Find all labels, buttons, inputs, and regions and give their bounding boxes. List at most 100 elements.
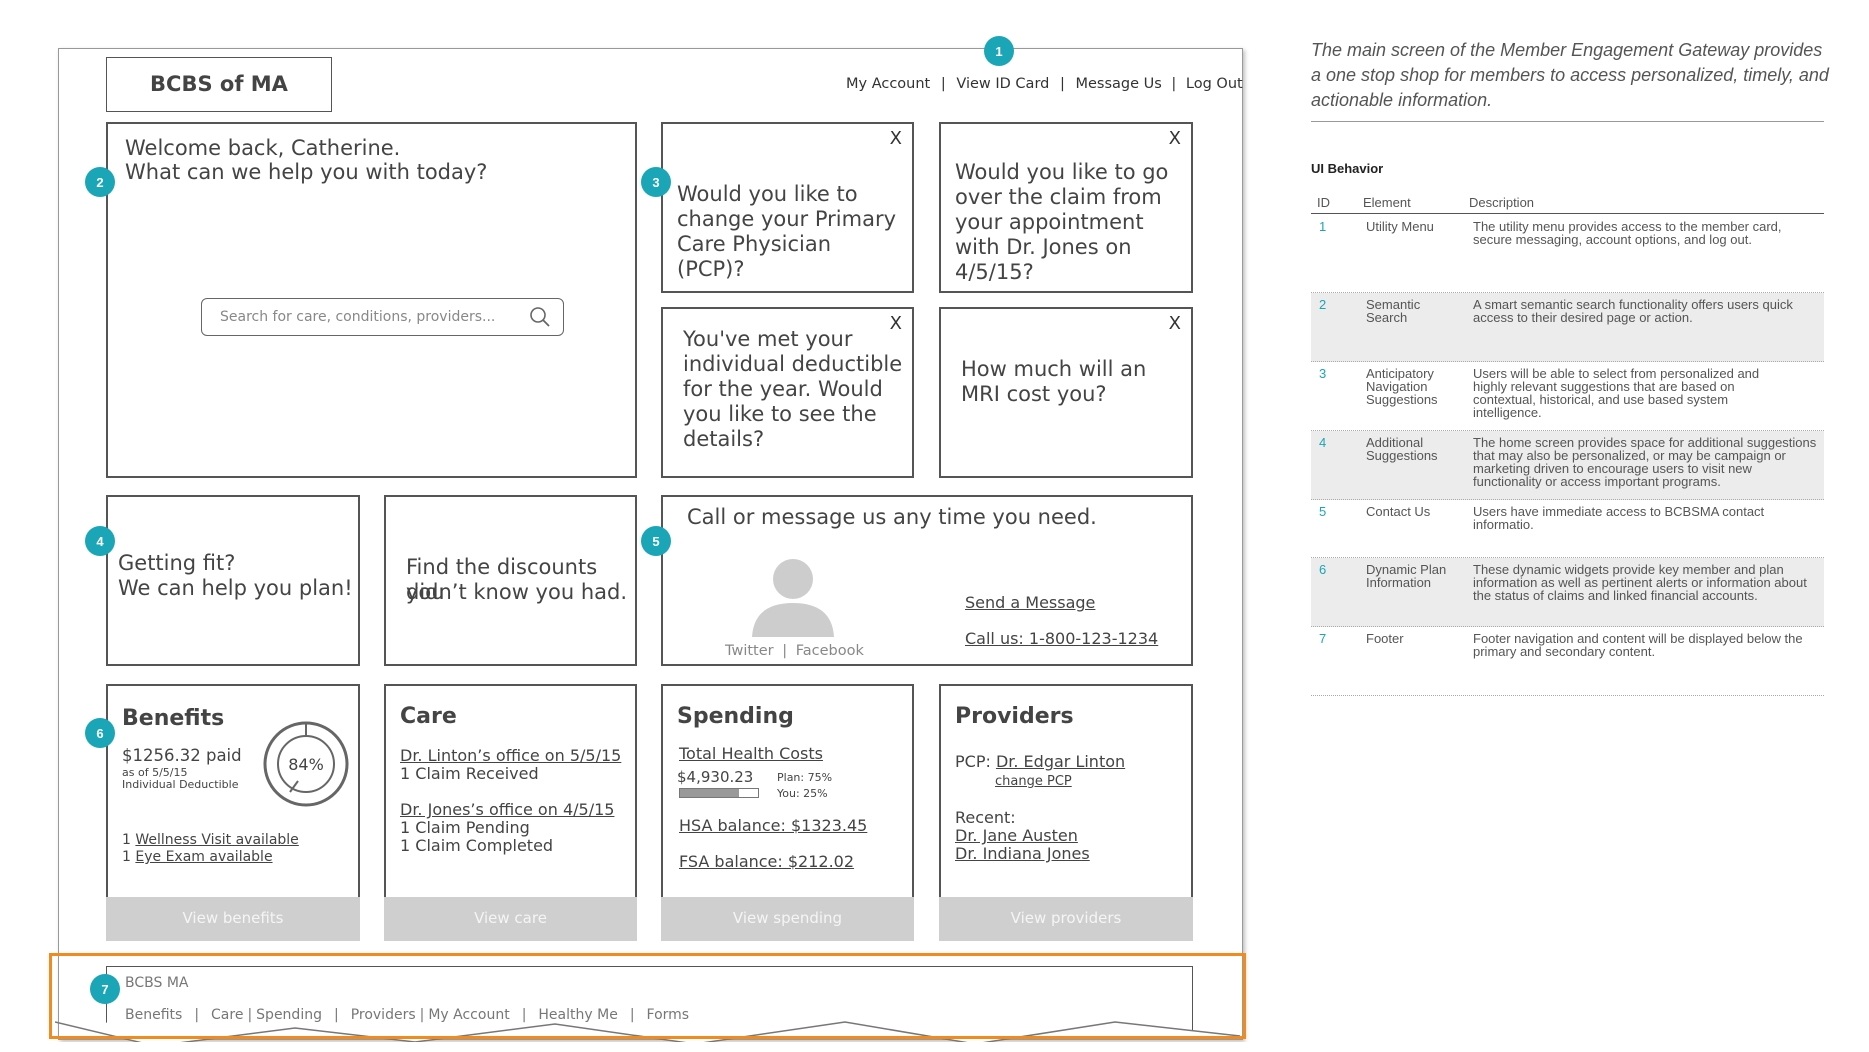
row-description: Footer navigation and content will be di…	[1473, 631, 1803, 659]
menu-separator: |	[940, 76, 946, 92]
row-description: These dynamic widgets provide key member…	[1473, 562, 1807, 603]
row-id: 7	[1319, 631, 1327, 646]
suggestion-text: Would you like to change your Primary Ca…	[677, 182, 897, 281]
row-description: A smart semantic search functionality of…	[1473, 297, 1793, 325]
benefits-title: Benefits	[122, 706, 225, 731]
recent-provider-link[interactable]: Dr. Jane Austen	[955, 826, 1078, 845]
row-id: 1	[1319, 219, 1327, 234]
utility-menu: My Account | View ID Card | Message Us |…	[846, 76, 1243, 92]
log-out-link[interactable]: Log Out	[1186, 76, 1243, 92]
ui-behavior-heading: UI Behavior	[1311, 161, 1384, 176]
change-pcp-link[interactable]: change PCP	[995, 774, 1072, 789]
row-description: Users will be able to select from person…	[1473, 366, 1760, 420]
search-placeholder: Search for care, conditions, providers..…	[220, 309, 496, 325]
suggestion-text: How much will an MRI cost you?	[961, 357, 1147, 406]
column-header-description: Description	[1469, 195, 1535, 210]
search-input[interactable]: Search for care, conditions, providers..…	[201, 298, 564, 336]
wellness-visit-link[interactable]: Wellness Visit available	[135, 832, 298, 848]
close-icon[interactable]: X	[890, 128, 902, 149]
pcp-label: PCP:	[955, 752, 991, 771]
badge-plan-information: 6	[85, 718, 115, 748]
row-description: Users have immediate access to BCBSMA co…	[1473, 504, 1765, 532]
send-message-link[interactable]: Send a Message	[965, 593, 1095, 612]
badge-navigation-suggestions: 3	[641, 167, 671, 197]
deductible-progress-ring: 84%	[263, 721, 349, 807]
logo-text: BCBS of MA	[150, 72, 288, 96]
column-header-element: Element	[1363, 195, 1411, 210]
care-visit-2-pending: 1 Claim Pending	[400, 818, 530, 837]
logo[interactable]: BCBS of MA	[106, 57, 332, 112]
view-id-card-link[interactable]: View ID Card	[956, 76, 1049, 92]
suggestion-card-deductible[interactable]: X You've met your individual deductible …	[661, 307, 914, 478]
care-visit-2-link[interactable]: Dr. Jones’s office on 4/5/15	[400, 800, 614, 819]
column-header-id: ID	[1317, 195, 1330, 210]
view-benefits-button[interactable]: View benefits	[106, 897, 360, 941]
benefits-deductible-label: Individual Deductible	[122, 778, 239, 791]
close-icon[interactable]: X	[1169, 313, 1181, 334]
view-providers-button[interactable]: View providers	[939, 897, 1193, 941]
hsa-balance-link[interactable]: HSA balance: $1323.45	[679, 816, 867, 835]
my-account-link[interactable]: My Account	[846, 76, 930, 92]
cost-share-fill	[680, 789, 739, 797]
social-links: Twitter | Facebook	[725, 643, 864, 659]
fsa-balance-link[interactable]: FSA balance: $212.02	[679, 852, 854, 871]
recent-provider-link[interactable]: Dr. Indiana Jones	[955, 844, 1090, 863]
benefits-card: Benefits $1256.32 paid as of 5/5/15 Indi…	[106, 684, 360, 899]
row-id: 3	[1319, 366, 1327, 381]
spending-title: Spending	[677, 704, 794, 729]
care-visit-1-claims: 1 Claim Received	[400, 764, 539, 783]
suggestion-text: You've met your individual deductible fo…	[683, 327, 903, 451]
suggestion-card-claim[interactable]: X Would you like to go over the claim fr…	[939, 122, 1193, 293]
row-id: 5	[1319, 504, 1327, 519]
cost-share-bar	[679, 788, 759, 798]
row-element: Additional Suggestions	[1366, 435, 1438, 463]
view-care-button[interactable]: View care	[384, 897, 637, 941]
badge-utility-menu: 1	[984, 36, 1014, 66]
avatar-icon	[752, 559, 834, 637]
care-card: Care Dr. Linton’s office on 5/5/15 1 Cla…	[384, 684, 637, 899]
additional-line-2: didn’t know you had.	[406, 580, 628, 604]
call-us-link[interactable]: Call us: 1-800-123-1234	[965, 629, 1158, 648]
you-share: You: 25%	[777, 787, 828, 800]
table-row: 4 Additional Suggestions The home screen…	[1311, 431, 1824, 500]
wellness-count: 1	[122, 832, 131, 848]
care-visit-2-completed: 1 Claim Completed	[400, 836, 554, 855]
row-element: Contact Us	[1366, 504, 1431, 519]
pcp-row: PCP: Dr. Edgar Linton	[955, 752, 1125, 771]
total-health-costs-link[interactable]: Total Health Costs	[679, 744, 823, 763]
search-icon[interactable]	[529, 306, 551, 328]
additional-card-discounts[interactable]: Find the discounts you didn’t know you h…	[384, 495, 637, 666]
recent-label: Recent:	[955, 808, 1016, 827]
providers-title: Providers	[955, 704, 1074, 729]
row-element: Semantic Search	[1366, 297, 1421, 325]
table-row: 5 Contact Us Users have immediate access…	[1311, 500, 1824, 558]
row-description: The home screen provides space for addit…	[1473, 435, 1817, 489]
table-row: 7 Footer Footer navigation and content w…	[1311, 627, 1824, 696]
eye-exam-link[interactable]: Eye Exam available	[135, 849, 272, 865]
row-id: 4	[1319, 435, 1327, 450]
additional-card-fitness[interactable]: Getting fit? We can help you plan!	[106, 495, 360, 666]
welcome-line-1: Welcome back, Catherine.	[125, 136, 401, 160]
close-icon[interactable]: X	[1169, 128, 1181, 149]
facebook-link[interactable]: Facebook	[796, 643, 864, 659]
side-intro: The main screen of the Member Engagement…	[1311, 40, 1829, 110]
pcp-link[interactable]: Dr. Edgar Linton	[996, 752, 1125, 771]
suggestion-card-mri[interactable]: X How much will an MRI cost you?	[939, 307, 1193, 478]
suggestion-card-pcp[interactable]: X Would you like to change your Primary …	[661, 122, 914, 293]
view-spending-button[interactable]: View spending	[661, 897, 914, 941]
eye-row: 1 Eye Exam available	[122, 849, 273, 865]
spending-card: Spending Total Health Costs $4,930.23 Pl…	[661, 684, 914, 899]
twitter-link[interactable]: Twitter	[725, 643, 774, 659]
wellness-row: 1 Wellness Visit available	[122, 832, 299, 848]
row-element: Dynamic Plan Information	[1366, 562, 1447, 590]
benefits-percent: 84%	[288, 755, 324, 774]
badge-footer: 7	[90, 974, 120, 1004]
row-element: Anticipatory Navigation Suggestions	[1366, 366, 1438, 407]
message-us-link[interactable]: Message Us	[1075, 76, 1161, 92]
benefits-paid: $1256.32 paid	[122, 746, 242, 765]
care-visit-1-link[interactable]: Dr. Linton’s office on 5/5/15	[400, 746, 621, 765]
table-row: 6 Dynamic Plan Information These dynamic…	[1311, 558, 1824, 627]
badge-semantic-search: 2	[85, 167, 115, 197]
row-description: The utility menu provides access to the …	[1473, 219, 1782, 247]
table-header: ID Element Description	[1311, 195, 1824, 214]
